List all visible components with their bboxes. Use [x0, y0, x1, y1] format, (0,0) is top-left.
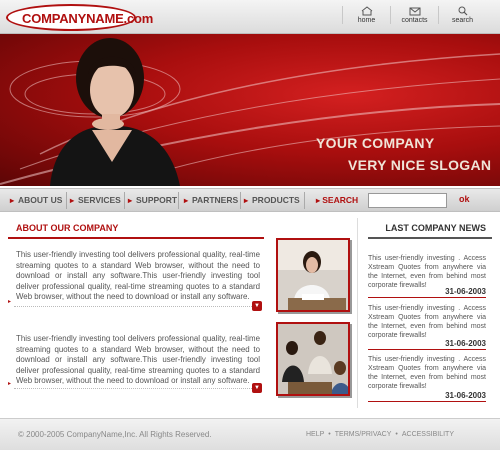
- footer-terms-link[interactable]: TERMS/PRIVACY: [335, 431, 392, 438]
- search-link-label: search: [451, 17, 473, 24]
- nav-divider: [66, 192, 67, 209]
- news-section-title: LAST COMPANY NEWS: [385, 223, 486, 233]
- office-photo-1: [276, 238, 350, 312]
- main-navbar: ABOUT US SERVICES SUPPORT PARTNERS PRODU…: [0, 188, 500, 212]
- contacts-link[interactable]: contacts: [390, 6, 438, 24]
- top-bar: COMPANYNAME.com home contacts search: [0, 0, 500, 34]
- news-item-1-date: 31-06-2003: [445, 287, 486, 296]
- nav-divider: [240, 192, 241, 209]
- read-more-button[interactable]: ▼: [252, 301, 262, 311]
- top-links: home contacts search: [342, 6, 486, 24]
- news-divider: [368, 349, 486, 350]
- home-icon: [361, 6, 372, 16]
- business-woman-photo: [50, 38, 180, 186]
- banner: YOUR COMPANY VERY NICE SLOGAN: [0, 34, 500, 186]
- dotted-divider: [14, 306, 254, 307]
- home-link-label: home: [357, 17, 376, 24]
- news-divider: [368, 401, 486, 402]
- news-item-2-date: 31-06-2003: [445, 339, 486, 348]
- logo-text: COMPANYNAME.com: [22, 11, 154, 26]
- column-divider: [357, 218, 358, 408]
- magnifier-icon: [458, 6, 467, 16]
- bullet-arrow-icon: ▸: [8, 299, 12, 305]
- footer-accessibility-link[interactable]: ACCESSIBILITY: [402, 431, 454, 438]
- company-logo[interactable]: COMPANYNAME.com: [6, 4, 153, 31]
- nav-services[interactable]: SERVICES: [70, 195, 121, 205]
- about-paragraph-2: This user-friendly investing tool delive…: [16, 334, 260, 385]
- office-photo-2: [276, 322, 350, 396]
- copyright-text: © 2000-2005 CompanyName,Inc. All Rights …: [18, 430, 212, 439]
- news-item-3-date: 31-06-2003: [445, 391, 486, 400]
- nav-products[interactable]: PRODUCTS: [244, 195, 300, 205]
- search-input[interactable]: [368, 193, 447, 208]
- read-more-button[interactable]: ▼: [252, 383, 262, 393]
- nav-divider: [178, 192, 179, 209]
- banner-slogan-line2: VERY NICE SLOGAN: [348, 157, 492, 173]
- nav-partners[interactable]: PARTNERS: [184, 195, 238, 205]
- banner-slogan-line1: YOUR COMPANY: [316, 135, 435, 151]
- envelope-icon: [409, 7, 420, 16]
- contacts-link-label: contacts: [401, 17, 428, 24]
- footer-links: HELP • TERMS/PRIVACY • ACCESSIBILITY: [306, 431, 454, 438]
- search-label: SEARCH: [316, 195, 358, 205]
- nav-support[interactable]: SUPPORT: [128, 195, 177, 205]
- home-link[interactable]: home: [342, 6, 390, 24]
- news-item-1-text: This user-friendly investing . Access Xs…: [368, 255, 486, 289]
- nav-about-us[interactable]: ABOUT US: [10, 195, 62, 205]
- nav-divider: [124, 192, 125, 209]
- news-title-rule: [368, 237, 492, 239]
- search-ok-button[interactable]: ok: [459, 194, 470, 204]
- about-paragraph-1: This user-friendly investing tool delive…: [16, 250, 260, 301]
- bullet-arrow-icon: ▸: [8, 381, 12, 387]
- footer-help-link[interactable]: HELP: [306, 431, 324, 438]
- nav-divider: [304, 192, 305, 209]
- news-item-3-text: This user-friendly investing . Access Xs…: [368, 356, 486, 390]
- news-divider: [368, 297, 486, 298]
- news-item-2-text: This user-friendly investing . Access Xs…: [368, 305, 486, 339]
- footer-separator: •: [328, 431, 331, 438]
- search-link[interactable]: search: [438, 6, 486, 24]
- about-section-title: ABOUT OUR COMPANY: [16, 223, 119, 233]
- footer: © 2000-2005 CompanyName,Inc. All Rights …: [0, 418, 500, 450]
- dotted-divider: [14, 388, 254, 389]
- page: COMPANYNAME.com home contacts search YOU…: [0, 0, 500, 450]
- about-title-rule: [8, 237, 264, 239]
- footer-separator: •: [395, 431, 398, 438]
